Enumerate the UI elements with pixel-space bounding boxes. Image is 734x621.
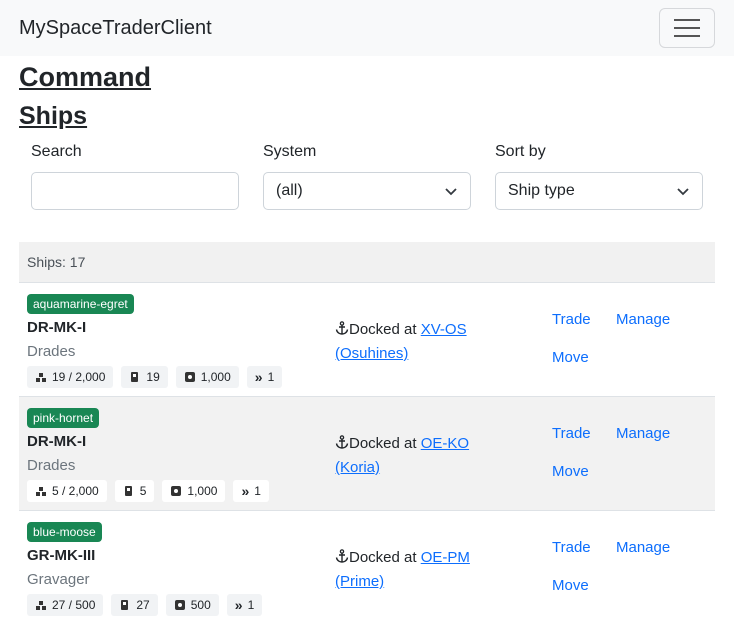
ship-row: blue-moose GR-MK-III Gravager 27 / 500 2…: [19, 511, 715, 621]
ship-class: Drades: [27, 343, 76, 360]
fuel-stat: 5: [114, 480, 155, 502]
fuel-value: 27: [136, 598, 150, 612]
move-button[interactable]: Move: [552, 577, 589, 594]
maneuver-value: 1: [254, 484, 261, 498]
system-select[interactable]: (all): [263, 172, 471, 210]
double-chevron-right-icon: »: [254, 369, 263, 385]
fuel-value: 5: [139, 484, 147, 498]
fuel-stat: 19: [121, 366, 168, 388]
ship-type: DR-MK-I: [27, 433, 87, 450]
ship-class: Gravager: [27, 571, 90, 588]
fuel-icon: [121, 600, 129, 610]
engine-icon: [171, 486, 182, 496]
double-chevron-right-icon: »: [234, 597, 243, 613]
maneuver-stat: » 1: [246, 366, 283, 388]
trade-button[interactable]: Trade: [552, 311, 591, 328]
cargo-stat: 5 / 2,000: [27, 480, 107, 502]
ship-stats: 27 / 500 27 500 » 1: [27, 594, 263, 616]
sort-filter: Sort by Ship type: [495, 142, 703, 210]
manage-button[interactable]: Manage: [616, 539, 670, 556]
chevron-down-icon: [677, 188, 689, 196]
maneuver-value: 1: [247, 598, 255, 612]
manage-button[interactable]: Manage: [616, 425, 670, 442]
engine-icon: [184, 372, 195, 382]
system-filter: System (all): [263, 142, 471, 210]
move-button[interactable]: Move: [552, 463, 589, 480]
engine-stat: 1,000: [175, 366, 239, 388]
ship-location: Docked at XV-OS (Osuhines): [335, 318, 515, 366]
cargo-value: 5 / 2,000: [52, 484, 99, 498]
cargo-value: 27 / 500: [52, 598, 96, 612]
fuel-stat: 27: [111, 594, 158, 616]
location-status: Docked at: [349, 321, 421, 338]
ship-count: Ships: 17: [19, 242, 715, 283]
maneuver-stat: » 1: [226, 594, 263, 616]
menu-toggle-button[interactable]: [659, 8, 715, 48]
maneuver-value: 1: [267, 370, 275, 384]
navbar-brand[interactable]: MySpaceTraderClient: [19, 17, 212, 40]
engine-value: 500: [190, 598, 211, 612]
maneuver-stat: » 1: [233, 480, 269, 502]
cargo-icon: [36, 373, 46, 382]
hamburger-icon: [674, 19, 700, 37]
engine-value: 1,000: [187, 484, 218, 498]
ship-name-badge: pink-hornet: [27, 408, 100, 428]
double-chevron-right-icon: »: [241, 483, 250, 499]
cargo-value: 19 / 2,000: [52, 370, 106, 384]
location-link[interactable]: XV-OS: [421, 321, 467, 338]
section-title[interactable]: Ships: [19, 100, 715, 132]
location-link[interactable]: OE-KO: [421, 435, 469, 452]
engine-icon: [174, 600, 185, 610]
fuel-value: 19: [146, 370, 160, 384]
sort-label: Sort by: [495, 143, 546, 160]
ship-list: Ships: 17 aquamarine-egret DR-MK-I Drade…: [19, 242, 715, 621]
location-name-link[interactable]: (Koria): [335, 459, 380, 476]
fuel-icon: [131, 372, 139, 382]
ship-row: aquamarine-egret DR-MK-I Drades 19 / 2,0…: [19, 283, 715, 397]
engine-stat: 500: [165, 594, 219, 616]
sort-select-value: Ship type: [508, 182, 575, 199]
cargo-icon: [36, 601, 46, 610]
sort-select[interactable]: Ship type: [495, 172, 703, 210]
location-link[interactable]: OE-PM: [421, 549, 470, 566]
ship-row: pink-hornet DR-MK-I Drades 5 / 2,000 5 1…: [19, 397, 715, 511]
ship-stats: 19 / 2,000 19 1,000 » 1: [27, 366, 283, 388]
location-status: Docked at: [349, 435, 421, 452]
cargo-stat: 27 / 500: [27, 594, 104, 616]
cargo-icon: [36, 487, 46, 496]
move-button[interactable]: Move: [552, 349, 589, 366]
ship-name-badge: aquamarine-egret: [27, 294, 134, 314]
search-filter: Search: [31, 142, 239, 210]
trade-button[interactable]: Trade: [552, 425, 591, 442]
ship-name-badge: blue-moose: [27, 522, 102, 542]
filter-bar: Search System (all) Sort by Ship type: [19, 142, 715, 210]
anchor-icon: [335, 321, 349, 335]
system-select-value: (all): [276, 182, 303, 199]
ship-type: GR-MK-III: [27, 547, 96, 564]
location-name-link[interactable]: (Prime): [335, 573, 384, 590]
fuel-icon: [124, 486, 132, 496]
search-label: Search: [31, 143, 82, 160]
trade-button[interactable]: Trade: [552, 539, 591, 556]
ship-class: Drades: [27, 457, 76, 474]
engine-stat: 1,000: [162, 480, 226, 502]
chevron-down-icon: [445, 188, 457, 196]
ship-location: Docked at OE-PM (Prime): [335, 546, 515, 594]
main-content: Command Ships Search System (all) Sort b…: [0, 60, 734, 621]
manage-button[interactable]: Manage: [616, 311, 670, 328]
cargo-stat: 19 / 2,000: [27, 366, 114, 388]
navbar: MySpaceTraderClient: [0, 0, 734, 56]
location-status: Docked at: [349, 549, 421, 566]
anchor-icon: [335, 435, 349, 449]
engine-value: 1,000: [200, 370, 231, 384]
ship-location: Docked at OE-KO (Koria): [335, 432, 515, 480]
ship-stats: 5 / 2,000 5 1,000 » 1: [27, 480, 269, 502]
ship-type: DR-MK-I: [27, 319, 87, 336]
search-input[interactable]: [31, 172, 239, 210]
page-title[interactable]: Command: [19, 60, 715, 94]
location-name-link[interactable]: (Osuhines): [335, 345, 408, 362]
system-label: System: [263, 143, 317, 160]
anchor-icon: [335, 549, 349, 563]
